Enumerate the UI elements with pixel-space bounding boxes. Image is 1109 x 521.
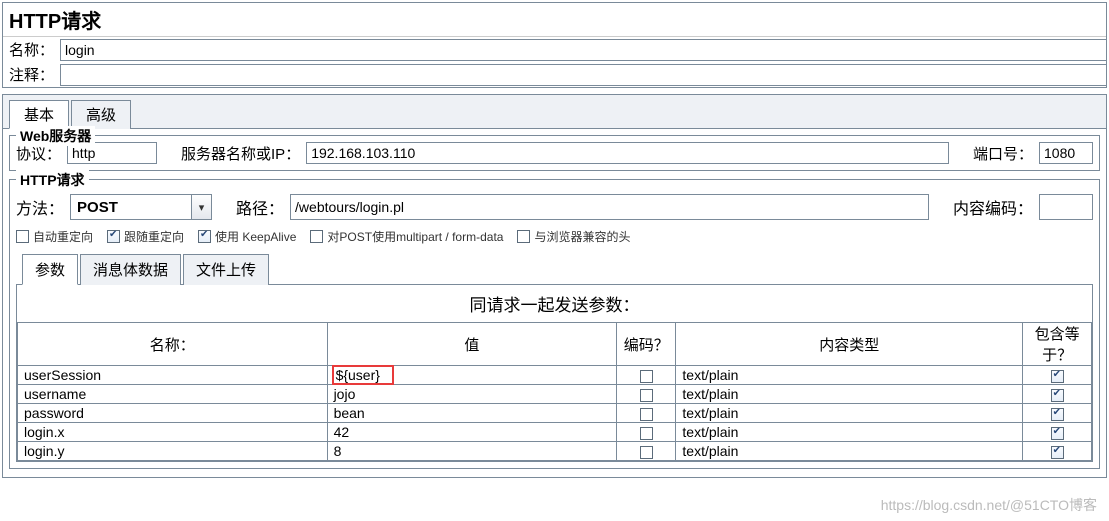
sampler-header: HTTP请求 名称： 注释： xyxy=(2,2,1107,88)
param-value-cell[interactable]: 42 xyxy=(327,423,617,442)
param-type-cell[interactable]: text/plain xyxy=(676,423,1023,442)
param-eq-cell[interactable] xyxy=(1023,423,1092,442)
method-label: 方法： xyxy=(16,195,64,219)
tab-file-upload[interactable]: 文件上传 xyxy=(183,254,269,285)
path-input[interactable] xyxy=(290,194,929,220)
table-row[interactable]: userSession${user} text/plain xyxy=(18,366,1092,385)
encoding-label: 内容编码： xyxy=(953,195,1033,219)
param-eq-cell[interactable] xyxy=(1023,385,1092,404)
tab-params[interactable]: 参数 xyxy=(22,254,78,285)
check-multipart[interactable]: 对POST使用multipart / form-data xyxy=(310,228,503,245)
table-row[interactable]: usernamejojo text/plain xyxy=(18,385,1092,404)
params-table[interactable]: 名称： 值 编码？ 内容类型 包含等于？ userSession${user} t… xyxy=(17,322,1092,461)
path-label: 路径： xyxy=(236,195,284,219)
body-tabs: 参数 消息体数据 文件上传 xyxy=(16,253,1093,284)
param-type-cell[interactable]: text/plain xyxy=(676,442,1023,461)
col-value[interactable]: 值 xyxy=(327,323,617,366)
comment-input[interactable] xyxy=(60,64,1106,86)
webserver-fieldset: Web服务器 协议： 服务器名称或IP： 端口号： xyxy=(9,135,1100,171)
port-input[interactable] xyxy=(1039,142,1093,164)
method-combo[interactable] xyxy=(70,194,212,220)
server-input[interactable] xyxy=(306,142,949,164)
col-encode[interactable]: 编码？ xyxy=(617,323,676,366)
panel-title: HTTP请求 xyxy=(3,3,1106,37)
param-name-cell[interactable]: userSession xyxy=(18,366,328,385)
col-eq[interactable]: 包含等于？ xyxy=(1023,323,1092,366)
col-name[interactable]: 名称： xyxy=(18,323,328,366)
param-value-cell[interactable]: ${user} xyxy=(327,366,617,385)
col-type[interactable]: 内容类型 xyxy=(676,323,1023,366)
tab-basic-body: Web服务器 协议： 服务器名称或IP： 端口号： HTTP请求 方法： xyxy=(3,129,1106,477)
param-value-cell[interactable]: jojo xyxy=(327,385,617,404)
comment-label: 注释： xyxy=(3,62,60,87)
param-type-cell[interactable]: text/plain xyxy=(676,404,1023,423)
param-type-cell[interactable]: text/plain xyxy=(676,385,1023,404)
table-row[interactable]: passwordbean text/plain xyxy=(18,404,1092,423)
tab-body-data[interactable]: 消息体数据 xyxy=(80,254,181,285)
tab-basic[interactable]: 基本 xyxy=(9,100,69,129)
param-name-cell[interactable]: login.x xyxy=(18,423,328,442)
check-follow-redirect[interactable]: 跟随重定向 xyxy=(107,228,184,245)
param-encode-cell[interactable] xyxy=(617,404,676,423)
tab-advanced[interactable]: 高级 xyxy=(71,100,131,129)
param-name-cell[interactable]: password xyxy=(18,404,328,423)
params-title: 同请求一起发送参数： xyxy=(17,285,1092,322)
param-eq-cell[interactable] xyxy=(1023,442,1092,461)
watermark: https://blog.csdn.net/@51CTO博客 xyxy=(881,495,1097,515)
param-encode-cell[interactable] xyxy=(617,423,676,442)
param-encode-cell[interactable] xyxy=(617,442,676,461)
param-value-cell[interactable]: 8 xyxy=(327,442,617,461)
param-encode-cell[interactable] xyxy=(617,366,676,385)
chevron-down-icon[interactable] xyxy=(191,195,211,219)
encoding-input[interactable] xyxy=(1039,194,1093,220)
check-browser-compat[interactable]: 与浏览器兼容的头 xyxy=(517,228,630,245)
table-row[interactable]: login.y8 text/plain xyxy=(18,442,1092,461)
options-row: 自动重定向 跟随重定向 使用 KeepAlive 对POST使用multipar… xyxy=(16,228,1093,245)
port-label: 端口号： xyxy=(973,143,1033,164)
check-auto-redirect[interactable]: 自动重定向 xyxy=(16,228,93,245)
param-encode-cell[interactable] xyxy=(617,385,676,404)
method-value[interactable] xyxy=(71,195,191,219)
name-label: 名称： xyxy=(3,37,60,62)
params-panel: 同请求一起发送参数： 名称： 值 编码？ 内容类型 包含等于？ userSess… xyxy=(16,284,1093,462)
http-legend: HTTP请求 xyxy=(16,170,89,190)
name-input[interactable] xyxy=(60,39,1106,61)
server-label: 服务器名称或IP： xyxy=(181,143,300,164)
main-tabs: 基本 高级 Web服务器 协议： 服务器名称或IP： 端口号： HTTP请求 方… xyxy=(2,94,1107,478)
param-name-cell[interactable]: login.y xyxy=(18,442,328,461)
param-type-cell[interactable]: text/plain xyxy=(676,366,1023,385)
webserver-legend: Web服务器 xyxy=(16,126,95,146)
check-keepalive[interactable]: 使用 KeepAlive xyxy=(198,228,296,245)
table-row[interactable]: login.x42 text/plain xyxy=(18,423,1092,442)
param-value-cell[interactable]: bean xyxy=(327,404,617,423)
param-name-cell[interactable]: username xyxy=(18,385,328,404)
param-eq-cell[interactable] xyxy=(1023,366,1092,385)
param-eq-cell[interactable] xyxy=(1023,404,1092,423)
main-tab-bar: 基本 高级 xyxy=(3,95,1106,129)
http-fieldset: HTTP请求 方法： 路径： 内容编码： 自动重定向 跟随重定向 使用 Keep… xyxy=(9,179,1100,469)
